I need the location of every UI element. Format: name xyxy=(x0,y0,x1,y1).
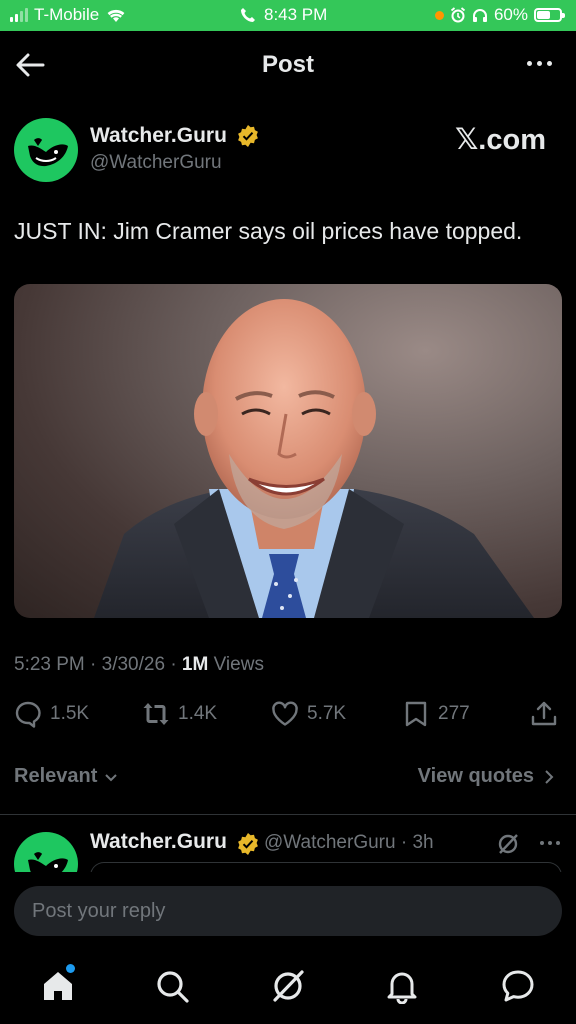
views-count: 1M xyxy=(181,654,209,675)
messages-icon xyxy=(502,970,534,1002)
reply-icon xyxy=(15,701,41,728)
nav-grok[interactable] xyxy=(270,968,306,1004)
action-bar: 1.5K 1.4K 5.7K 277 xyxy=(0,700,576,734)
view-quotes-label: View quotes xyxy=(417,765,534,787)
divider xyxy=(0,814,576,815)
reply-button[interactable]: 1.5K xyxy=(14,700,89,728)
reply-count: 1.5K xyxy=(50,703,90,724)
sort-replies-dropdown[interactable]: Relevant xyxy=(14,765,119,788)
top-bar: Post xyxy=(0,31,576,99)
nav-messages[interactable] xyxy=(500,968,536,1004)
more-icon[interactable] xyxy=(527,61,552,66)
repost-icon xyxy=(143,703,169,725)
battery-percent: 60% xyxy=(493,5,528,24)
author-avatar[interactable] xyxy=(14,118,78,182)
verified-badge-icon xyxy=(238,125,258,147)
views-label: Views xyxy=(208,654,264,675)
bottom-nav xyxy=(0,950,576,1024)
bookmark-button[interactable]: 277 xyxy=(402,700,470,728)
signal-icon xyxy=(10,8,28,22)
alarm-icon xyxy=(450,7,466,23)
phone-icon xyxy=(241,8,255,22)
clock: 8:43 PM xyxy=(240,5,327,25)
post-image[interactable] xyxy=(14,284,562,618)
verified-badge-icon xyxy=(238,833,258,855)
author-handle[interactable]: @WatcherGuru xyxy=(90,152,222,174)
reply-input[interactable] xyxy=(14,886,562,936)
home-notification-dot xyxy=(66,964,75,973)
carrier-name: T-Mobile xyxy=(34,5,100,24)
bell-icon xyxy=(387,972,417,1005)
wifi-icon xyxy=(107,9,125,22)
whale-logo xyxy=(28,138,68,167)
grok-icon[interactable] xyxy=(496,832,520,856)
post-text: JUST IN: Jim Cramer says oil prices have… xyxy=(14,218,523,244)
search-icon xyxy=(157,971,189,1003)
author-name[interactable]: Watcher.Guru xyxy=(90,124,227,148)
chevron-right-icon xyxy=(545,769,554,784)
system-indicators: 60% xyxy=(434,5,565,25)
chevron-down-icon xyxy=(105,773,118,781)
like-count: 5.7K xyxy=(307,703,347,724)
post-timestamp: 5:23 PM · 3/30/26 · xyxy=(14,654,182,675)
sort-label: Relevant xyxy=(14,765,98,787)
like-button[interactable]: 5.7K xyxy=(271,700,346,728)
mic-indicator xyxy=(434,10,444,20)
repost-button[interactable]: 1.4K xyxy=(142,700,217,728)
post-meta: 5:23 PM · 3/30/26 · 1M Views xyxy=(14,654,264,676)
status-bar: T-Mobile 8:43 PM 60% xyxy=(0,0,576,31)
home-icon xyxy=(44,972,72,1000)
headphones-icon xyxy=(472,9,487,22)
bookmark-icon xyxy=(405,701,427,727)
share-button[interactable] xyxy=(530,700,558,728)
nav-notifications[interactable] xyxy=(384,968,420,1005)
carrier-info: T-Mobile xyxy=(10,5,127,25)
nav-search[interactable] xyxy=(154,968,190,1004)
bookmark-count: 277 xyxy=(438,703,470,724)
page-title: Post xyxy=(261,51,314,78)
time: 8:43 PM xyxy=(264,5,328,24)
reply-composer xyxy=(0,872,576,950)
share-icon xyxy=(531,701,557,726)
like-icon xyxy=(272,701,298,726)
source-label: 𝕏.com xyxy=(454,124,546,156)
repost-count: 1.4K xyxy=(178,703,218,724)
nav-home[interactable] xyxy=(40,968,76,1004)
reply-handle-time: @WatcherGuru · 3h xyxy=(264,832,434,853)
grok-icon xyxy=(273,970,304,1002)
reply-author-name[interactable]: Watcher.Guru xyxy=(90,830,227,854)
portrait-illustration xyxy=(94,299,534,618)
view-quotes-link[interactable]: View quotes xyxy=(418,765,556,788)
reply-more-icon[interactable] xyxy=(540,841,560,845)
battery-icon xyxy=(534,8,565,22)
